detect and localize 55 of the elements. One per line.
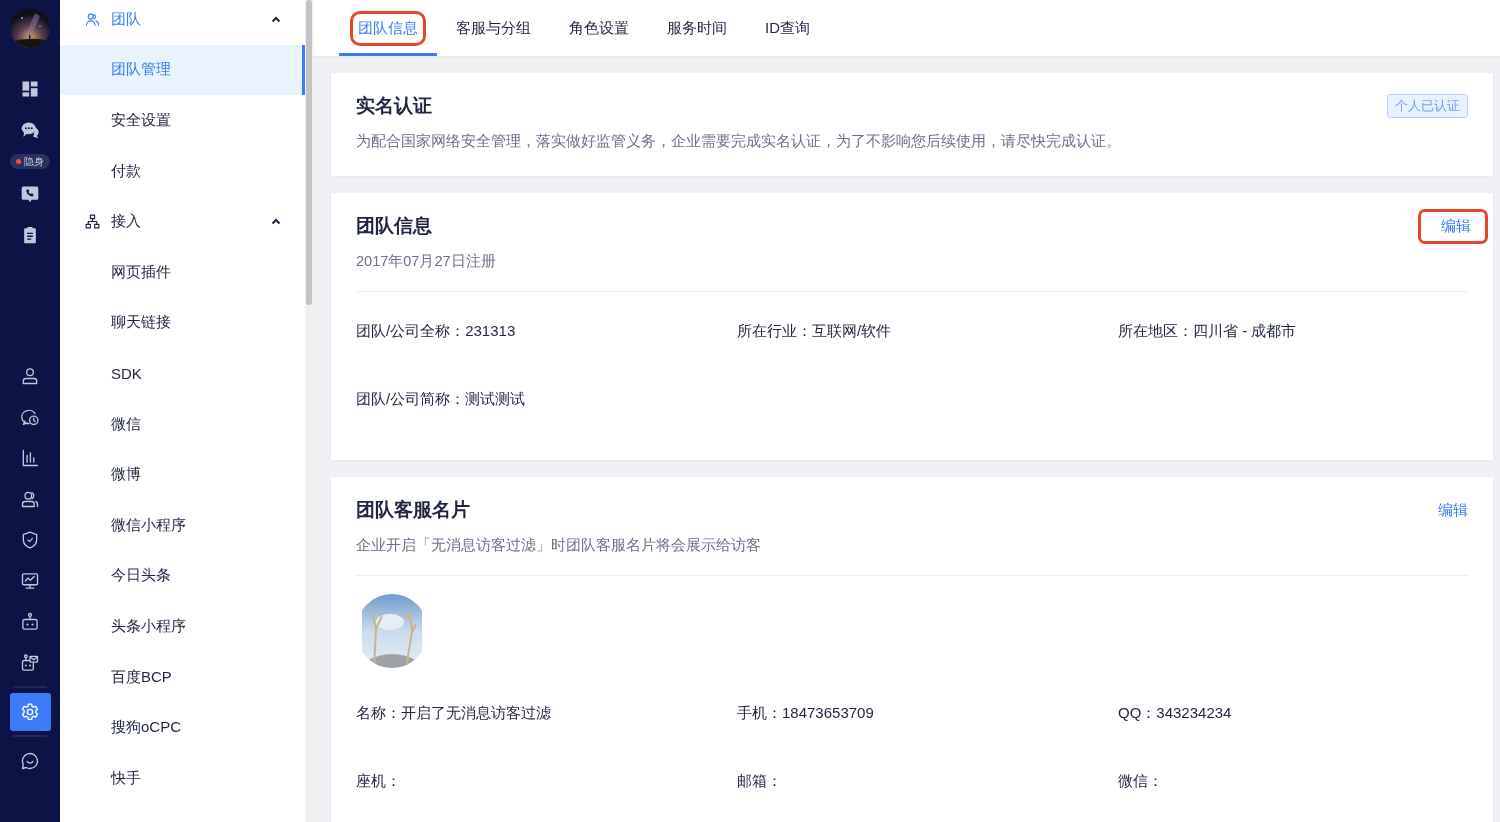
edit-link[interactable]: 编辑 [1421, 211, 1485, 241]
card-description: 为配合国家网络安全管理，落实做好监管义务，企业需要完成实名认证，为了不影响您后续使用，请尽快完成认证。 [356, 132, 1122, 151]
info-field: 手机：18473653709 [737, 704, 1118, 724]
menu-item[interactable]: 安全设置 [60, 95, 305, 146]
menu-item[interactable]: 微博 [60, 449, 305, 500]
card-title: 团队客服名片 [356, 498, 471, 522]
user-icon [20, 365, 40, 386]
settings-icon [20, 701, 40, 722]
info-field: 微信： [1118, 772, 1468, 792]
chevron-up-icon [271, 218, 281, 226]
card-title: 实名认证 [356, 94, 433, 118]
chevron-up-icon [271, 15, 281, 23]
status-badge: 个人已认证 [1387, 94, 1468, 118]
info-field: 团队/公司全称：231313 [356, 322, 737, 342]
menu-item[interactable]: 搜狗oCPC [60, 702, 305, 753]
bar-chart-icon [20, 447, 40, 468]
status-badge[interactable]: 隐身 [10, 154, 50, 169]
scrollbar-thumb[interactable] [306, 0, 312, 305]
network-icon [84, 213, 101, 231]
info-field: 座机： [356, 772, 737, 792]
menu-item[interactable]: SDK [60, 348, 305, 399]
chat-smile-icon [20, 750, 40, 771]
menu-item[interactable]: 头条小程序 [60, 601, 305, 652]
info-field: 团队/公司简称：测试测试 [356, 390, 737, 410]
tab[interactable]: 服务时间 [648, 0, 746, 56]
monitor-chart-icon [20, 570, 40, 591]
status-dot [16, 159, 21, 164]
menu-group-header[interactable]: 团队 [60, 0, 305, 45]
card-title: 团队信息 [356, 214, 433, 238]
robot-icon [20, 611, 40, 632]
info-field: 所在行业：互联网/软件 [737, 322, 1118, 342]
info-field: 所在地区：四川省 - 成都市 [1118, 322, 1468, 342]
menu-item[interactable]: 今日头条 [60, 550, 305, 602]
menu-item[interactable]: 微信 [60, 398, 305, 450]
menu-group-header[interactable]: 接入 [60, 196, 305, 247]
tab[interactable]: 团队信息 [339, 0, 437, 56]
menu-item[interactable]: 聊天链接 [60, 297, 305, 349]
robot-mail-icon [20, 652, 40, 673]
card-description: 企业开启「无消息访客过滤」时团队客服名片将会展示给访客 [356, 536, 762, 555]
menu-item[interactable]: 快手 [60, 752, 305, 804]
card-description: 2017年07月27日注册 [356, 252, 497, 271]
shield-icon [20, 529, 40, 550]
info-field: QQ：343234234 [1118, 704, 1468, 724]
tab[interactable]: ID查询 [746, 0, 829, 56]
info-field: 名称：开启了无消息访客过滤 [356, 704, 737, 724]
menu-item[interactable]: 微信小程序 [60, 499, 305, 551]
info-field: 邮箱： [737, 772, 1118, 792]
tab[interactable]: 角色设置 [550, 0, 648, 56]
edit-link[interactable]: 编辑 [1418, 494, 1468, 526]
menu-item[interactable]: 百度BCP [60, 651, 305, 703]
menu-item[interactable]: 团队管理 [60, 44, 305, 96]
settings-nav-button[interactable] [9, 692, 51, 731]
tab[interactable]: 客服与分组 [437, 0, 550, 56]
menu-item[interactable]: 付款 [60, 145, 305, 197]
menu-item[interactable]: 网页插件 [60, 246, 305, 298]
